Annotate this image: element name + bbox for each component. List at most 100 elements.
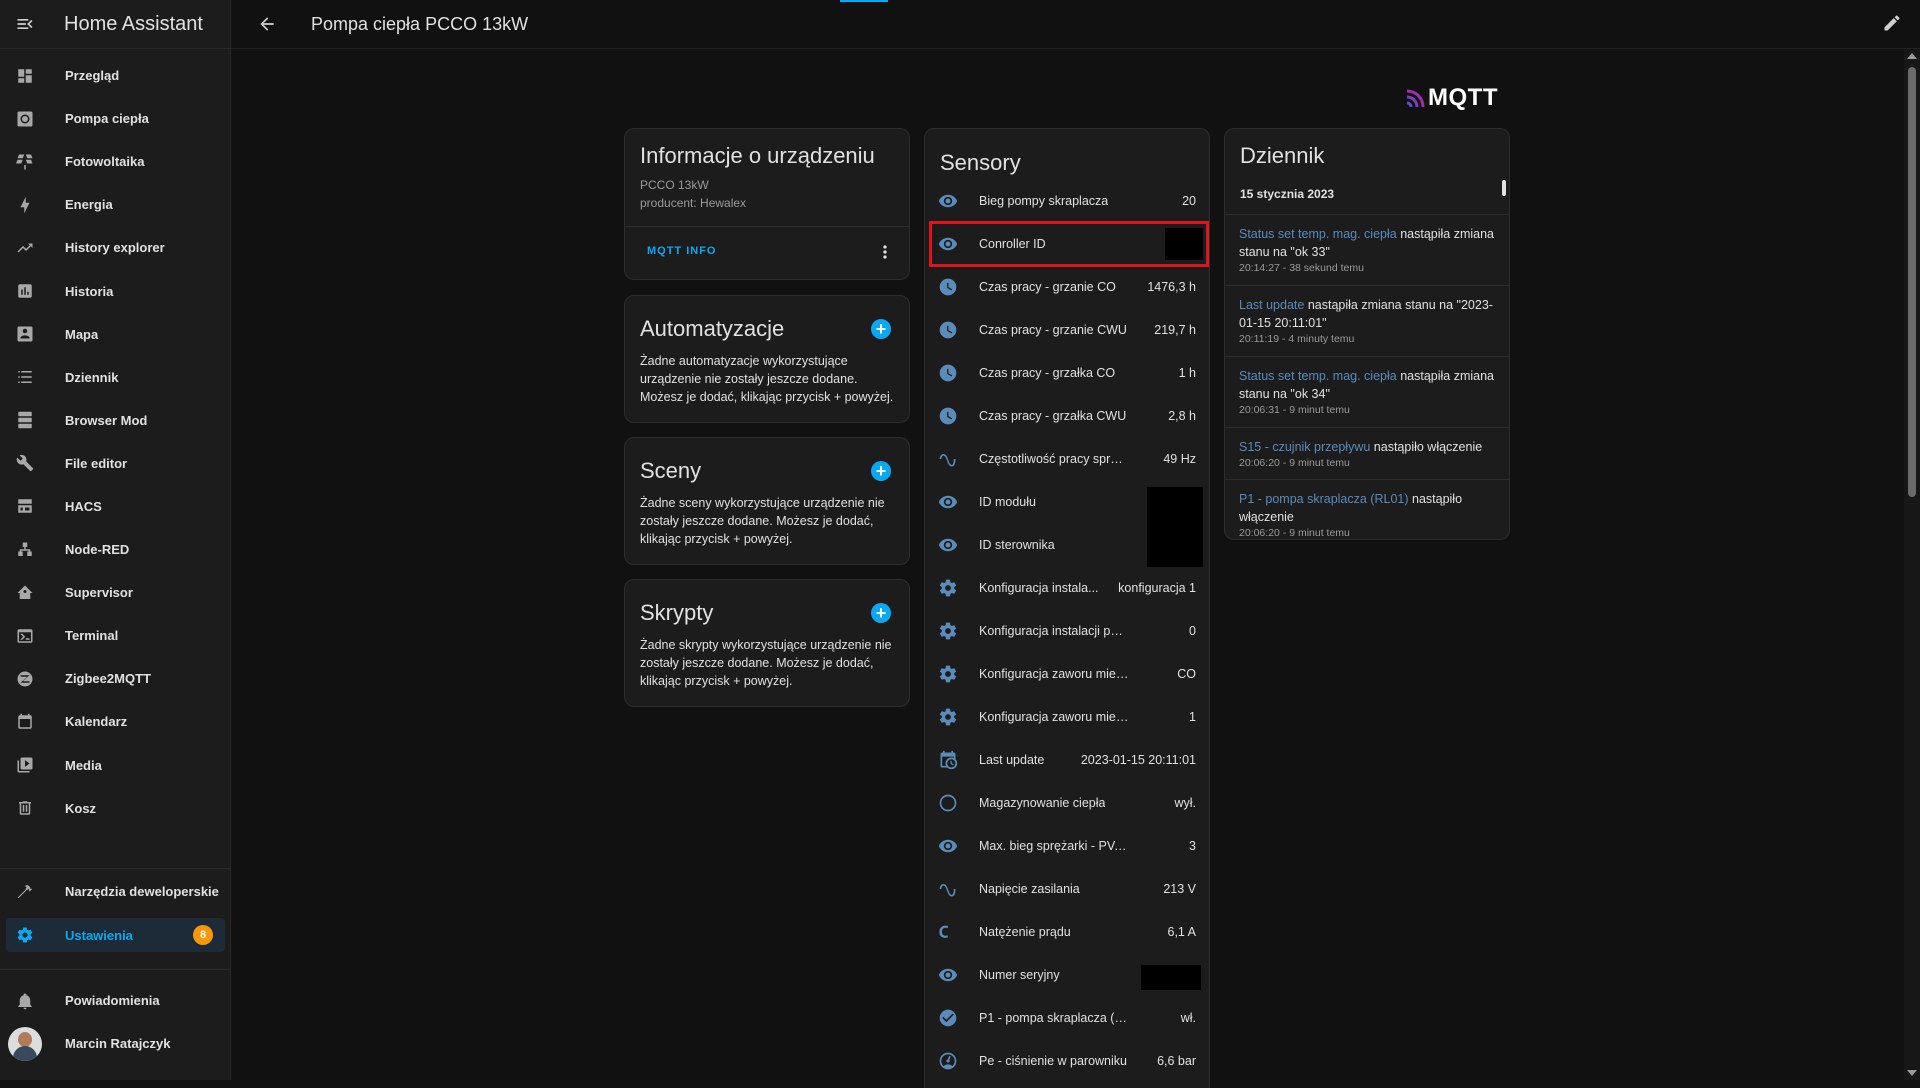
top-app-bar: Pompa ciepła PCCO 13kW — [231, 0, 1920, 49]
sensor-row[interactable]: Last update 2023-01-15 20:11:01 — [925, 738, 1210, 781]
sidebar-item-supervisor[interactable]: Supervisor — [0, 571, 231, 614]
sensor-value: konfiguracja 1 — [1118, 581, 1196, 595]
settings-badge: 8 — [193, 925, 213, 945]
sensor-row[interactable]: Bieg pompy skraplacza20 — [925, 179, 1210, 222]
sensor-name: Czas pracy - grzałka CO — [979, 366, 1115, 380]
sidebar-item-hacs[interactable]: HACS — [0, 485, 231, 528]
back-button[interactable] — [247, 4, 287, 44]
sidebar-item-dev-tools[interactable]: Narzędzia deweloperskie — [0, 870, 231, 913]
device-info-title: Informacje o urządzeniu — [640, 143, 875, 169]
sensor-row[interactable]: Czas pracy - grzanie CO1476,3 h — [925, 265, 1210, 308]
hacs-icon — [15, 496, 35, 516]
sidebar-item-historia[interactable]: Historia — [0, 269, 231, 312]
sensor-row[interactable]: Konfiguracja instalacji pompy cie...0 — [925, 609, 1210, 652]
sensor-name: Czas pracy - grzanie CO — [979, 280, 1116, 294]
sidebar-item-dziennik[interactable]: Dziennik — [0, 356, 231, 399]
solar-power-icon — [15, 152, 35, 172]
lightning-icon — [15, 195, 35, 215]
log-entry: P1 - pompa skraplacza (RL01) nastąpiło w… — [1225, 479, 1510, 540]
sidebar-item-label: Browser Mod — [65, 413, 147, 428]
log-entity-link[interactable]: Status set temp. mag. ciepła — [1239, 227, 1397, 241]
sensor-name: ID sterownika — [979, 538, 1055, 552]
logbook-scrollbar[interactable] — [1502, 180, 1506, 196]
sidebar-item-node-red[interactable]: Node-RED — [0, 528, 231, 571]
sensor-row[interactable]: Natężenie prądu6,1 A — [925, 910, 1210, 953]
heat-pump-icon — [15, 109, 35, 129]
sidebar-item-przegl-d[interactable]: Przegląd — [0, 54, 231, 97]
log-entity-link[interactable]: Status set temp. mag. ciepła — [1239, 369, 1397, 383]
sine-wave-icon — [937, 878, 959, 900]
sensor-row[interactable]: Czas pracy - grzanie CWU219,7 h — [925, 308, 1210, 351]
mqtt-logo: MQTT — [1405, 84, 1498, 112]
logbook-date: 15 stycznia 2023 — [1240, 187, 1334, 201]
zigbee-icon — [15, 669, 35, 689]
log-entity-link[interactable]: Last update — [1239, 298, 1304, 312]
page-scrollbar[interactable] — [1904, 49, 1920, 1080]
sensor-row[interactable]: Magazynowanie ciepławył. — [925, 781, 1210, 824]
mqtt-info-button[interactable]: MQTT INFO — [647, 245, 717, 257]
sensor-row[interactable]: Pe - ciśnienie w parowniku6,6 bar — [925, 1039, 1210, 1082]
sensor-name: Konfiguracja instalacji pompy cie... — [979, 624, 1129, 638]
sensor-row[interactable]: Napięcie zasilania213 V — [925, 867, 1210, 910]
card-divider — [625, 226, 909, 227]
sensor-row[interactable]: P1 - pompa skraplacza (RL01)wł. — [925, 996, 1210, 1039]
sidebar-nav: PrzeglądPompa ciepłaFotowoltaikaEnergiaH… — [0, 54, 231, 830]
sidebar-divider — [0, 969, 231, 970]
chart-line-icon — [15, 238, 35, 258]
automations-title: Automatyzacje — [640, 316, 784, 342]
more-options-button[interactable] — [875, 242, 895, 262]
sensor-value: 2023-01-15 20:11:01 — [1081, 753, 1196, 767]
sidebar-item-zigbee2mqtt[interactable]: Zigbee2MQTT — [0, 657, 231, 700]
sidebar-item-label: File editor — [65, 456, 127, 471]
sidebar-item-kosz[interactable]: Kosz — [0, 787, 231, 830]
sidebar-item-notifications[interactable]: Powiadomienia — [0, 979, 231, 1022]
app-title: Home Assistant — [64, 13, 203, 36]
sensor-value: CO — [1177, 667, 1196, 681]
sidebar-item-file-editor[interactable]: File editor — [0, 442, 231, 485]
sidebar-item-label: Node-RED — [65, 542, 129, 557]
clock-icon — [937, 319, 959, 341]
log-entity-link[interactable]: P1 - pompa skraplacza (RL01) — [1239, 492, 1409, 506]
scroll-up-arrow[interactable] — [1907, 53, 1917, 59]
add-scene-button[interactable]: + — [871, 461, 891, 481]
scroll-thumb[interactable] — [1908, 67, 1916, 497]
sitemap-icon — [15, 540, 35, 560]
server-icon — [15, 410, 35, 430]
sensor-name: Max. bieg sprężarki - PV, magazy... — [979, 839, 1129, 853]
sensor-row[interactable]: Czas pracy - grzałka CO1 h — [925, 351, 1210, 394]
gear-icon — [937, 577, 959, 599]
sidebar-item-terminal[interactable]: Terminal — [0, 614, 231, 657]
sidebar-item-label: Supervisor — [65, 585, 133, 600]
sensor-row[interactable]: Konfiguracja zaworu mieszając...CO — [925, 652, 1210, 695]
sensor-value: 213 V — [1163, 882, 1196, 896]
sensor-name: Last update — [979, 753, 1044, 767]
menu-toggle-button[interactable] — [0, 0, 49, 49]
edit-button[interactable] — [1882, 13, 1902, 38]
current-ac-icon — [937, 921, 959, 943]
scroll-down-arrow[interactable] — [1907, 1070, 1917, 1076]
sidebar-item-settings[interactable]: Ustawienia 8 — [6, 918, 225, 952]
sidebar-item-mapa[interactable]: Mapa — [0, 313, 231, 356]
log-entity-link[interactable]: S15 - czujnik przepływu — [1239, 440, 1370, 454]
eye-icon — [937, 190, 959, 212]
sensor-name: Konfiguracja zaworu mieszająceg... — [979, 710, 1129, 724]
add-automation-button[interactable]: + — [871, 319, 891, 339]
sidebar-item-fotowoltaika[interactable]: Fotowoltaika — [0, 140, 231, 183]
sensor-row[interactable]: Konfiguracja zaworu mieszająceg...1 — [925, 695, 1210, 738]
sensor-row[interactable]: Konfiguracja instala...konfiguracja 1 — [925, 566, 1210, 609]
sidebar-item-kalendarz[interactable]: Kalendarz — [0, 700, 231, 743]
list-icon — [15, 367, 35, 387]
sidebar-item-user[interactable]: Marcin Ratajczyk — [0, 1022, 231, 1065]
add-script-button[interactable]: + — [871, 603, 891, 623]
sidebar-item-browser-mod[interactable]: Browser Mod — [0, 399, 231, 442]
gauge-icon — [937, 1050, 959, 1072]
sidebar-item-pompa-ciep-a[interactable]: Pompa ciepła — [0, 97, 231, 140]
sensor-row[interactable]: Max. bieg sprężarki - PV, magazy...3 — [925, 824, 1210, 867]
sidebar-item-media[interactable]: Media — [0, 744, 231, 787]
sensor-row[interactable]: Częstotliwość pracy sprężarki49 Hz — [925, 437, 1210, 480]
scripts-title: Skrypty — [640, 600, 713, 626]
sensor-row[interactable]: Czas pracy - grzałka CWU2,8 h — [925, 394, 1210, 437]
sidebar-item-energia[interactable]: Energia — [0, 183, 231, 226]
avatar — [8, 1027, 42, 1061]
sidebar-item-history-explorer[interactable]: History explorer — [0, 226, 231, 269]
